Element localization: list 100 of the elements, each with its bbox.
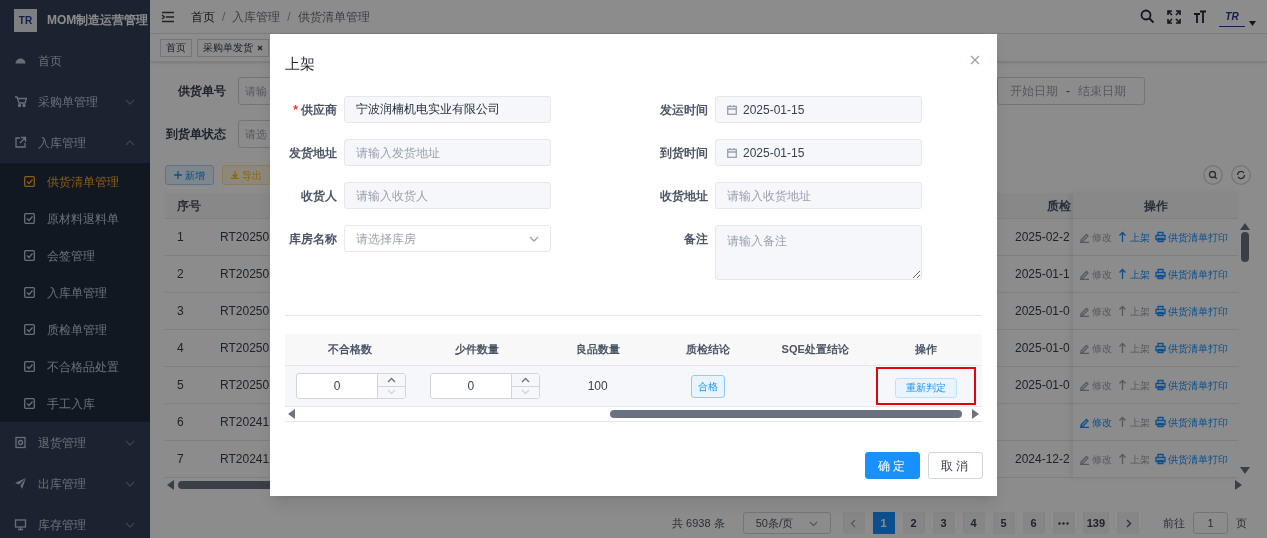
action-link[interactable]: 修改	[1079, 414, 1112, 430]
arrow-up-icon	[1117, 342, 1128, 354]
submenu-item[interactable]: 质检单管理	[0, 311, 150, 348]
pencil-icon	[1079, 268, 1090, 280]
page-button[interactable]: 4	[962, 512, 985, 534]
action-link[interactable]: 供货清单打印	[1155, 451, 1228, 467]
page-button[interactable]: 139	[1082, 512, 1109, 534]
column-header: 操作	[1073, 193, 1238, 219]
submenu-item[interactable]: 不合格品处置	[0, 348, 150, 385]
page-button[interactable]: 5	[992, 512, 1015, 534]
menu-item[interactable]: 首页	[38, 51, 136, 70]
pencil-icon	[1079, 342, 1090, 354]
breadcrumb-link[interactable]: 供货清单管理	[297, 7, 370, 26]
action-link[interactable]: 上架	[1117, 266, 1150, 282]
menu-item[interactable]: 采购单管理	[38, 92, 113, 111]
search-icon	[1140, 9, 1155, 24]
input-field[interactable]: 请输入收货人	[344, 182, 551, 209]
action-link[interactable]: 供货清单打印	[1155, 377, 1228, 393]
field-label: 供货单号	[177, 83, 227, 100]
increment-button[interactable]	[378, 374, 405, 387]
page-input[interactable]: 1	[1193, 512, 1228, 534]
scroll-up-arrow-icon	[1240, 223, 1250, 230]
input-field[interactable]: 宁波润楠机电实业有限公司	[344, 96, 551, 123]
page-button[interactable]: 3	[932, 512, 955, 534]
input-field[interactable]: 请输入发货地址	[344, 139, 551, 166]
monitor-icon	[14, 518, 27, 531]
table-cell-text: 2025-02-2	[1014, 229, 1071, 246]
action-link[interactable]: 供货清单打印	[1155, 229, 1228, 245]
table-cell-text: 3	[176, 303, 185, 320]
submenu-item[interactable]: 入库单管理	[0, 274, 150, 311]
table-cell-text: 2025-01-0	[1014, 340, 1071, 357]
breadcrumb-separator: /	[287, 8, 291, 26]
increment-button[interactable]	[511, 374, 539, 387]
dialog-button[interactable]: 取消	[928, 452, 983, 479]
menu-item[interactable]: 出库管理	[38, 474, 113, 493]
submenu-item[interactable]: 原材料退料单	[0, 200, 150, 237]
calendar-icon	[727, 104, 737, 115]
date-field[interactable]: 2025-01-15	[715, 139, 922, 166]
action-link[interactable]: 供货清单打印	[1155, 340, 1228, 356]
column-header: 序号	[176, 197, 202, 215]
column-header: 良品数量	[574, 342, 621, 358]
plus-icon	[174, 171, 182, 179]
menu-item[interactable]: 退货管理	[38, 433, 113, 452]
printer-icon	[1155, 305, 1166, 317]
breadcrumb-link[interactable]: 入库管理	[232, 7, 281, 26]
goto-suffix: 页	[1236, 515, 1247, 531]
select-field[interactable]: 请选择库房	[344, 225, 551, 252]
chevron-up-icon	[520, 376, 530, 383]
action-link[interactable]: 供货清单打印	[1155, 266, 1228, 282]
column-header: 操作	[913, 342, 938, 358]
page-button[interactable]: 2	[902, 512, 925, 534]
arrow-up-icon	[1117, 305, 1128, 317]
page-button[interactable]: 6	[1022, 512, 1045, 534]
field-label: 备注	[684, 230, 708, 248]
scrollbar-thumb[interactable]	[610, 410, 962, 418]
date-field[interactable]: 2025-01-15	[715, 96, 922, 123]
input-field[interactable]: 请输入收货地址	[715, 182, 922, 209]
number-input[interactable]: 0	[429, 373, 540, 399]
cart-icon	[14, 95, 27, 108]
breadcrumb-separator: /	[222, 8, 226, 26]
field-label: 收货地址	[660, 187, 708, 205]
scrollbar-thumb[interactable]	[1241, 232, 1249, 262]
textarea-field[interactable]: 请输入备注	[715, 225, 922, 280]
next-page-button[interactable]	[1117, 512, 1139, 534]
breadcrumb-link[interactable]: 首页	[191, 7, 215, 26]
submenu-item[interactable]: 手工入库	[0, 385, 150, 422]
previous-page-button[interactable]	[842, 512, 865, 534]
table-cell-text: 2025-01-1	[1014, 266, 1071, 283]
close-button[interactable]	[970, 55, 982, 67]
page-button[interactable]: 1	[872, 512, 895, 534]
more-pages-button[interactable]	[1052, 512, 1075, 534]
printer-icon	[1155, 268, 1166, 280]
submenu-item[interactable]: 供货清单管理	[0, 163, 150, 200]
column-header: 不合格数	[326, 342, 373, 358]
number-input[interactable]: 0	[296, 373, 406, 399]
re-judge-button[interactable]: 重新判定	[894, 377, 957, 398]
download-icon	[231, 171, 239, 179]
tag[interactable]: 采购单发货	[197, 38, 269, 57]
action-link[interactable]: 供货清单打印	[1155, 303, 1228, 319]
field-label: 收货人	[301, 187, 337, 205]
dialog-title: 上架	[285, 53, 315, 74]
menu-item[interactable]: 库存管理	[38, 515, 113, 534]
menu-item[interactable]: 入库管理	[38, 133, 113, 152]
page-size-select[interactable]: 50条/页	[742, 512, 831, 534]
table-cell-text: RT20250	[219, 377, 270, 394]
refresh-icon	[1231, 165, 1251, 185]
action-link[interactable]: 上架	[1117, 229, 1150, 245]
caret-down-icon	[1249, 21, 1256, 26]
column-header: SQE处置结论	[780, 342, 850, 358]
pencil-icon	[1079, 231, 1090, 243]
table-cell-text: 5	[176, 377, 185, 394]
arrow-up-icon	[1117, 416, 1128, 428]
action-link[interactable]: 供货清单打印	[1155, 414, 1228, 430]
dialog-button[interactable]: 确定	[865, 452, 920, 479]
tag[interactable]: 首页	[160, 38, 192, 57]
table-cell-text: 2	[176, 266, 185, 283]
table-cell-text: RT20241	[219, 414, 270, 431]
toolbar-button[interactable]: 新增	[165, 165, 214, 185]
submenu-item[interactable]: 会签管理	[0, 237, 150, 274]
pencil-icon	[1079, 379, 1090, 391]
